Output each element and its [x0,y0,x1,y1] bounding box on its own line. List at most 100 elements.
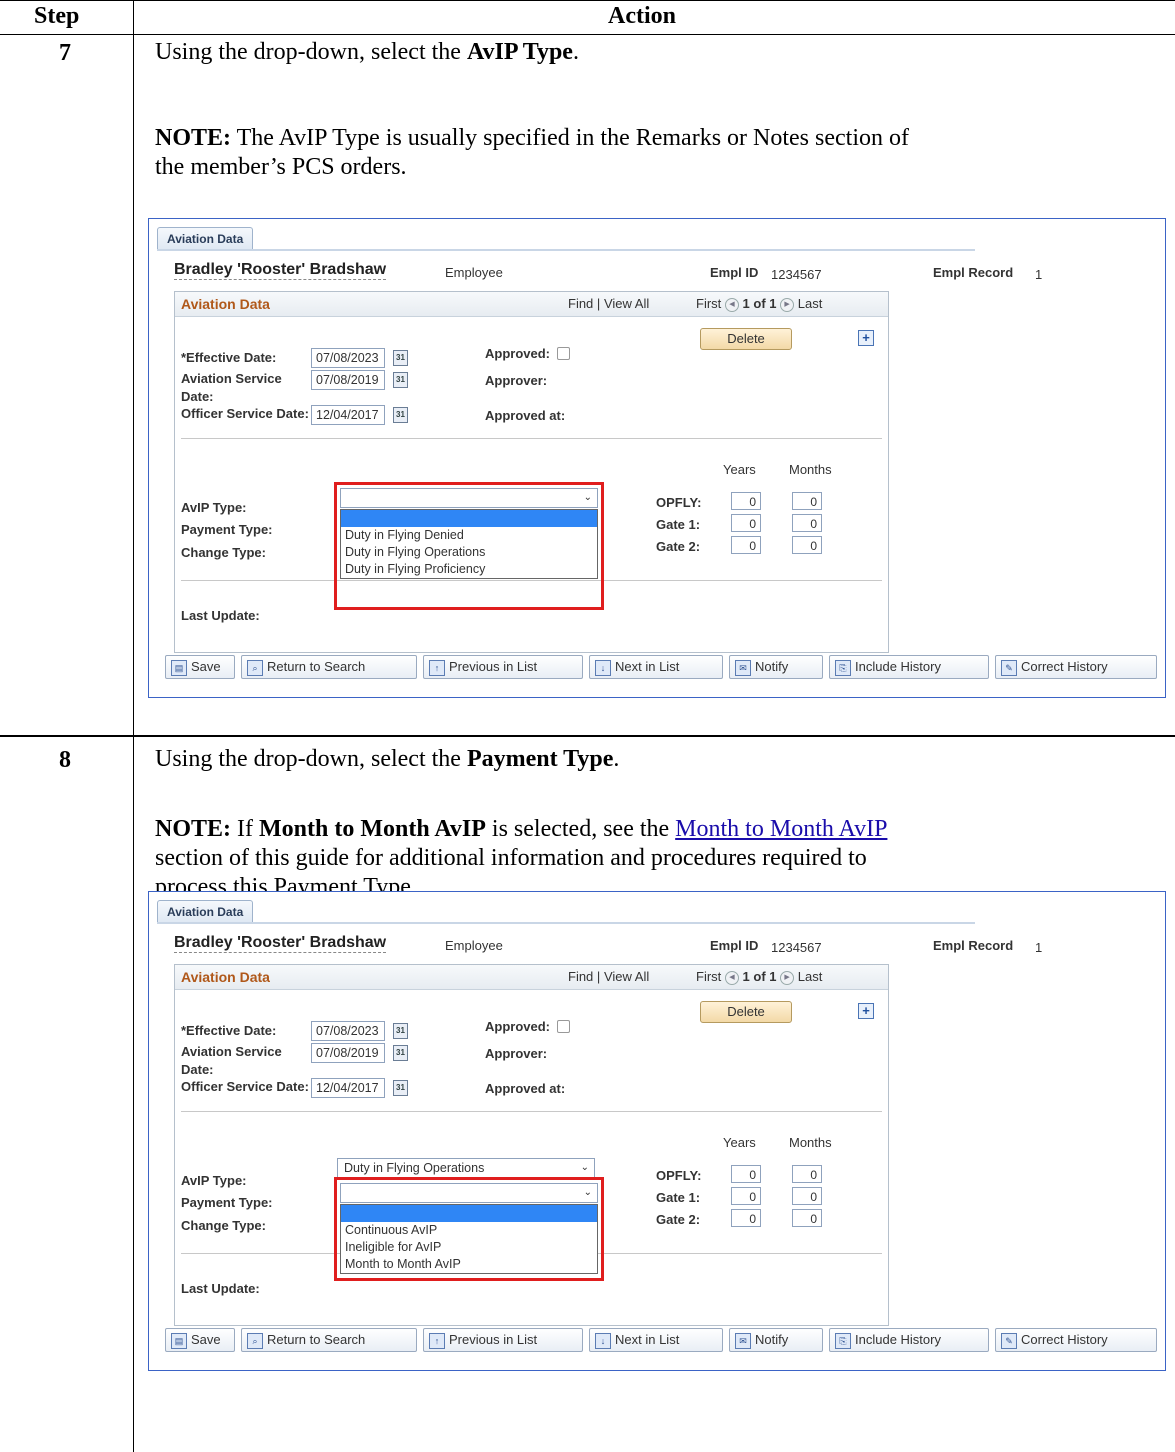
return-to-search-label: Return to Search [267,1332,366,1347]
save-icon: ▤ [171,1333,187,1349]
plus-icon[interactable]: + [858,330,874,346]
gate2-years-input[interactable]: 0 [731,536,761,554]
opfly-months-input[interactable]: 0 [792,1165,822,1183]
step-number: 7 [59,40,71,66]
gate1-months-input[interactable]: 0 [792,514,822,532]
dropdown-option[interactable]: Continuous AvIP [341,1222,597,1239]
aviation-service-date-input[interactable]: 07/08/2019 [311,1043,385,1063]
correct-history-button[interactable]: ✎ Correct History [995,655,1157,679]
avip-type-select[interactable]: ⌄ [340,488,598,508]
step-instruction: Using the drop-down, select the Payment … [155,746,620,772]
approved-label: Approved: [485,346,550,361]
gate2-months-input[interactable]: 0 [792,1209,822,1227]
calendar-icon[interactable]: 31 [393,407,408,423]
approved-at-label: Approved at: [485,1081,566,1096]
first-link[interactable]: First [696,969,721,984]
return-to-search-button[interactable]: ⌕ Return to Search [241,1328,417,1352]
next-in-list-button[interactable]: ↓ Next in List [589,655,723,679]
calendar-icon[interactable]: 31 [393,372,408,388]
next-arrow-icon[interactable]: ▶ [780,297,795,312]
notify-label: Notify [755,659,789,674]
dropdown-option[interactable]: Duty in Flying Denied [341,527,597,544]
include-history-button[interactable]: ⎘ Include History [829,655,989,679]
return-to-search-button[interactable]: ⌕ Return to Search [241,655,417,679]
approved-checkbox[interactable] [557,1020,570,1033]
step-instruction: Using the drop-down, select the AvIP Typ… [155,39,579,65]
previous-in-list-button[interactable]: ↑ Previous in List [423,1328,583,1352]
step-column-header: Step [34,3,80,29]
dropdown-option[interactable]: Duty in Flying Operations [341,544,597,561]
gate1-months-input[interactable]: 0 [792,1187,822,1205]
month-to-month-avip-link[interactable]: Month to Month AvIP [675,816,887,842]
payment-type-select[interactable]: ⌄ [340,1183,598,1203]
dropdown-option[interactable] [341,1205,597,1222]
approved-label: Approved: [485,1019,550,1034]
officer-service-date-label: Officer Service Date: [181,1079,309,1094]
dropdown-option[interactable]: Duty in Flying Proficiency [341,561,597,578]
last-link[interactable]: Last [798,296,823,311]
opfly-years-input[interactable]: 0 [731,492,761,510]
calendar-icon[interactable]: 31 [393,1023,408,1039]
effective-date-input[interactable]: 07/08/2023 [311,1021,385,1041]
tab-aviation-data[interactable]: Aviation Data [157,227,254,250]
table-border-top [0,0,1175,1]
view-all-link[interactable]: View All [604,969,649,984]
avip-type-select[interactable]: Duty in Flying Operations ⌄ [337,1158,595,1178]
approved-checkbox[interactable] [557,347,570,360]
effective-date-input[interactable]: 07/08/2023 [311,348,385,368]
calendar-icon[interactable]: 31 [393,350,408,366]
record-nav: First ◀ 1 of 1 ▶ Last [696,969,822,985]
step-note: NOTE: The AvIP Type is usually specified… [155,125,909,180]
previous-in-list-button[interactable]: ↑ Previous in List [423,655,583,679]
notify-button[interactable]: ✉ Notify [729,655,823,679]
avip-type-label: AvIP Type: [181,500,247,515]
correct-history-button[interactable]: ✎ Correct History [995,1328,1157,1352]
next-in-list-button[interactable]: ↓ Next in List [589,1328,723,1352]
notify-button[interactable]: ✉ Notify [729,1328,823,1352]
tab-aviation-data[interactable]: Aviation Data [157,900,254,923]
first-link[interactable]: First [696,296,721,311]
delete-button[interactable]: Delete [700,328,792,350]
next-arrow-icon[interactable]: ▶ [780,970,795,985]
dropdown-option[interactable]: Ineligible for AvIP [341,1239,597,1256]
plus-icon[interactable]: + [858,1003,874,1019]
calendar-icon[interactable]: 31 [393,1080,408,1096]
search-icon: ⌕ [247,1333,263,1349]
dropdown-option[interactable] [341,510,597,527]
find-link[interactable]: Find [568,296,593,311]
officer-service-date-input[interactable]: 12/04/2017 [311,405,385,425]
include-history-button[interactable]: ⎘ Include History [829,1328,989,1352]
gate2-months-input[interactable]: 0 [792,536,822,554]
officer-service-date-input[interactable]: 12/04/2017 [311,1078,385,1098]
delete-button[interactable]: Delete [700,1001,792,1023]
view-all-link[interactable]: View All [604,296,649,311]
save-button[interactable]: ▤ Save [165,655,235,679]
save-button[interactable]: ▤ Save [165,1328,235,1352]
divider [181,1111,882,1112]
employee-role: Employee [445,938,503,953]
include-history-label: Include History [855,659,941,674]
change-type-label: Change Type: [181,545,266,560]
header-bottom-rule [0,34,1175,35]
gate2-years-input[interactable]: 0 [731,1209,761,1227]
gate1-years-input[interactable]: 0 [731,514,761,532]
dropdown-option[interactable]: Month to Month AvIP [341,1256,597,1273]
tab-underline [157,922,975,924]
gate1-label: Gate 1: [656,1190,701,1205]
find-link[interactable]: Find [568,969,593,984]
prev-arrow-icon[interactable]: ◀ [724,297,739,312]
opfly-years-input[interactable]: 0 [731,1165,761,1183]
officer-service-date-label: Officer Service Date: [181,406,309,421]
employee-name: Bradley 'Rooster' Bradshaw [174,261,387,280]
approver-label: Approver: [485,373,548,388]
opfly-months-input[interactable]: 0 [792,492,822,510]
aviation-service-date-input[interactable]: 07/08/2019 [311,370,385,390]
years-header: Years [723,1135,756,1150]
column-divider [133,0,134,1452]
last-link[interactable]: Last [798,969,823,984]
gate1-label: Gate 1: [656,517,701,532]
prev-arrow-icon[interactable]: ◀ [724,970,739,985]
empl-record-value: 1 [1035,267,1043,282]
calendar-icon[interactable]: 31 [393,1045,408,1061]
gate1-years-input[interactable]: 0 [731,1187,761,1205]
